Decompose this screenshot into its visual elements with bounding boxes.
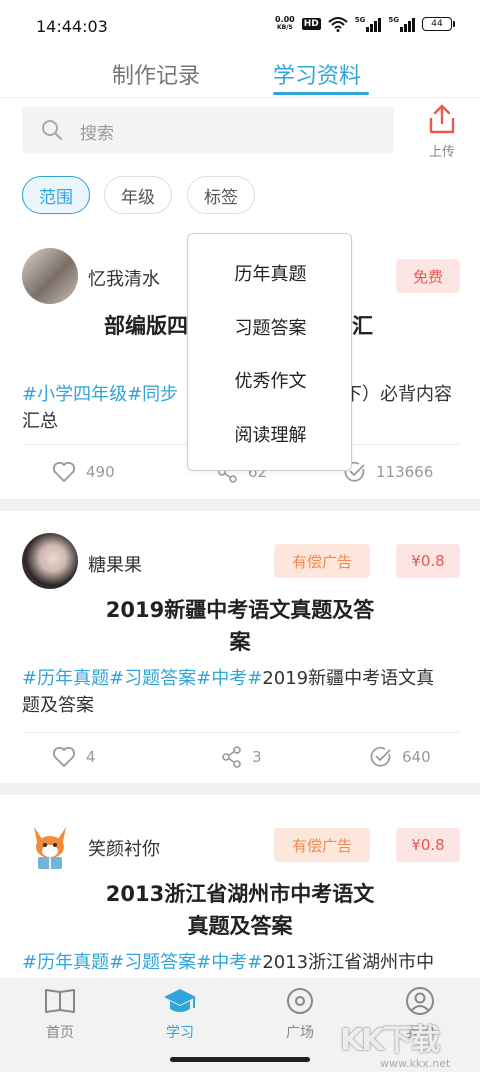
heart-icon [52,461,76,482]
dropdown-option-exercise-answers[interactable]: 习题答案 [188,314,353,340]
filter-scope[interactable]: 范围 [22,176,90,214]
filter-tag[interactable]: 标签 [187,176,255,214]
heart-icon [52,746,76,767]
upload-button[interactable]: 上传 [420,103,464,160]
post-title[interactable]: 2013浙江省湖州市中考语文 真题及答案 [60,878,420,942]
watermark-logo: KK下载 [340,1023,440,1058]
divider [22,732,460,733]
tab-study-materials[interactable]: 学习资料 [273,58,361,90]
post-description: #历年真题#习题答案#中考#2013浙江省湖州市中 [22,952,435,973]
watermark-url: www.kkx.net [380,1057,451,1070]
status-time: 14:44:03 [36,17,108,36]
dropdown-option-excellent-essays[interactable]: 优秀作文 [188,367,353,393]
hd-icon: HD [301,18,321,30]
dropdown-option-past-exams[interactable]: 历年真题 [188,260,353,286]
status-icons: 0.00 KB/S HD 5G 5G 44 [274,15,455,32]
paid-ad-badge: 有偿广告 [274,544,370,578]
nav-plaza[interactable]: 广场 [265,986,335,1042]
signal-icon-1: 5G [355,16,382,32]
upload-icon [429,104,455,134]
view-stat: 113666 [344,461,433,483]
like-stat[interactable]: 4 [52,746,96,768]
signal-icon-2: 5G [388,16,415,32]
price-badge: ¥0.8 [396,544,460,578]
dropdown-option-reading[interactable]: 阅读理解 [188,421,353,447]
card-gap [0,499,480,511]
fox-avatar-icon [34,827,66,869]
card-gap [0,783,480,795]
compass-icon [287,988,313,1014]
battery-icon: 44 [422,17,455,31]
search-placeholder: 搜索 [80,124,114,144]
app-screen: 14:44:03 0.00 KB/S HD 5G 5G 44 制作记录 学习资料… [0,0,480,1072]
tab-records[interactable]: 制作记录 [112,58,200,90]
post-card[interactable]: 笑颜衬你 有偿广告 ¥0.8 2013浙江省湖州市中考语文 真题及答案 #历年真… [0,795,480,978]
view-stat: 640 [370,746,431,768]
avatar[interactable] [22,248,78,304]
price-badge: ¥0.8 [396,828,460,862]
paid-ad-badge: 有偿广告 [274,828,370,862]
graduation-cap-icon [164,989,196,1012]
avatar[interactable] [22,533,78,589]
username[interactable]: 忆我清水 [88,265,160,291]
like-stat[interactable]: 490 [52,461,115,483]
share-icon [222,746,241,768]
check-circle-icon [370,746,391,767]
post-description: #历年真题#习题答案#中考#2019新疆中考语文真 题及答案 [22,668,435,716]
username[interactable]: 糖果果 [88,551,142,577]
nav-study[interactable]: 学习 [145,986,215,1042]
home-indicator[interactable] [170,1057,310,1062]
nav-home[interactable]: 首页 [25,986,95,1042]
post-title[interactable]: 2019新疆中考语文真题及答 案 [60,594,420,658]
avatar[interactable] [22,817,78,873]
user-icon [406,987,434,1015]
net-speed-indicator: 0.00 KB/S [274,15,295,32]
status-bar: 14:44:03 0.00 KB/S HD 5G 5G 44 [0,0,480,52]
wifi-icon [328,17,348,32]
book-icon [45,989,75,1013]
search-bar[interactable]: 搜索 [22,107,394,153]
active-tab-indicator [273,92,369,95]
top-tabs: 制作记录 学习资料 [0,52,480,98]
post-card[interactable]: 糖果果 有偿广告 ¥0.8 2019新疆中考语文真题及答 案 #历年真题#习题答… [0,511,480,783]
filter-grade[interactable]: 年级 [104,176,172,214]
upload-label: 上传 [428,145,455,160]
scope-dropdown: 历年真题 习题答案 优秀作文 阅读理解 [187,233,352,471]
free-badge: 免费 [396,259,460,293]
share-stat[interactable]: 3 [222,746,262,768]
username[interactable]: 笑颜衬你 [88,835,160,861]
search-icon [42,120,63,141]
